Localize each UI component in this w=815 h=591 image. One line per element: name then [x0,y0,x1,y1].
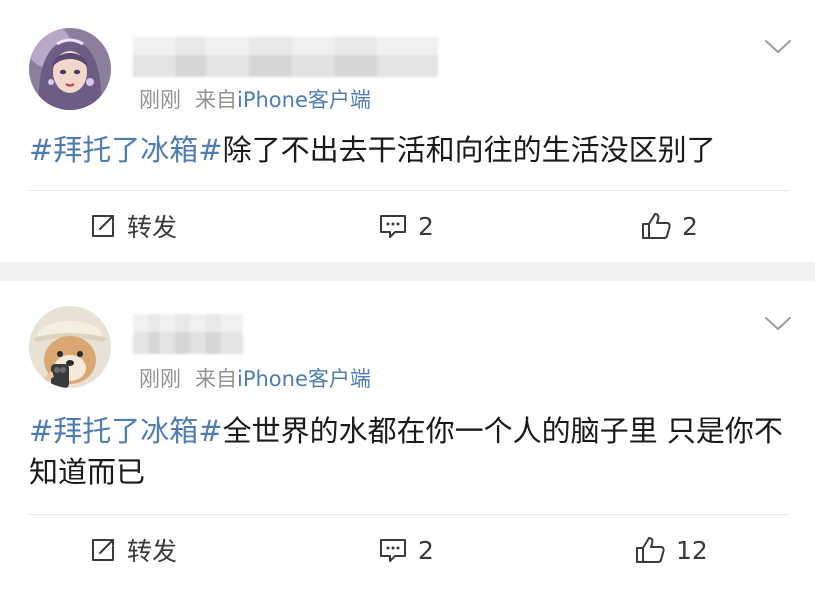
separator [29,514,789,515]
post-source-prefix: 来自 [195,367,237,391]
shiba-dog-avatar [29,306,111,388]
post-card: 刚刚 来自iPhone客户端 #拜托了冰箱#全世界的水都在你一个人的脑子里 只是你… [0,281,815,591]
weibo-feed: 刚刚 来自iPhone客户端 #拜托了冰箱#除了不出去干活和向往的生活没区别了 转… [0,0,815,591]
username-redacted[interactable] [133,37,438,77]
avatar[interactable] [29,306,111,388]
post-text: #拜托了冰箱#全世界的水都在你一个人的脑子里 只是你不知道而已 [29,411,789,493]
thumbs-up-icon [636,537,665,563]
post-actions: 转发 2 12 [0,530,815,570]
thumbs-up-icon [642,213,671,239]
post-client[interactable]: iPhone客户端 [237,367,371,391]
comment-button[interactable]: 2 [378,530,434,570]
comment-button[interactable]: 2 [378,206,434,246]
post-meta: 刚刚 来自iPhone客户端 [139,363,371,393]
chevron-down-icon[interactable] [765,40,791,54]
post-time: 刚刚 [139,88,181,112]
post-time: 刚刚 [139,367,181,391]
post-body: 除了不出去干活和向往的生活没区别了 [222,133,716,167]
edit-share-icon [92,215,114,237]
comment-icon [380,215,406,238]
repost-button[interactable]: 转发 [89,530,177,570]
anime-girl-avatar [29,28,111,110]
like-count: 2 [682,211,698,241]
post-card: 刚刚 来自iPhone客户端 #拜托了冰箱#除了不出去干活和向往的生活没区别了 转… [0,0,815,262]
post-client[interactable]: iPhone客户端 [237,88,371,112]
repost-label: 转发 [127,213,178,242]
avatar[interactable] [29,28,111,110]
like-button[interactable]: 12 [634,530,708,570]
post-source-prefix: 来自 [195,88,237,112]
like-button[interactable]: 2 [640,206,698,246]
post-meta: 刚刚 来自iPhone客户端 [139,84,371,114]
repost-button[interactable]: 转发 [89,206,177,246]
like-count: 12 [676,535,708,565]
post-actions: 转发 2 2 [0,206,815,246]
edit-share-icon [92,539,114,561]
username-redacted[interactable] [133,314,243,354]
comment-icon [380,539,406,562]
chevron-down-icon[interactable] [765,317,791,331]
post-text: #拜托了冰箱#除了不出去干活和向往的生活没区别了 [29,130,789,171]
comment-count: 2 [418,211,434,241]
topic-link[interactable]: #拜托了冰箱# [29,133,223,167]
topic-link[interactable]: #拜托了冰箱# [29,414,223,448]
separator [29,190,789,191]
comment-count: 2 [418,535,434,565]
feed-divider [0,262,815,281]
repost-label: 转发 [127,537,178,566]
